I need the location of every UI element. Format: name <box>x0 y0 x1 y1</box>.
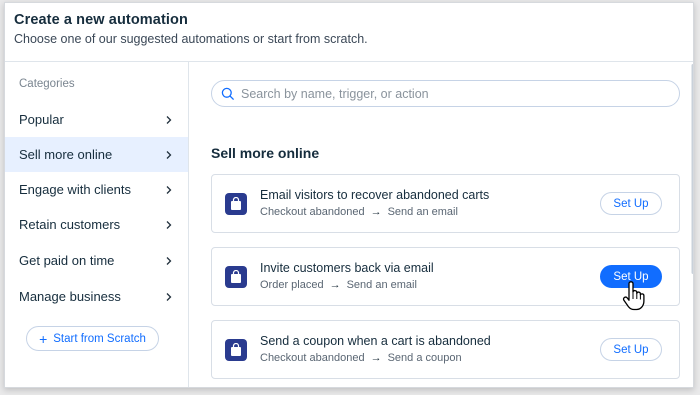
sidebar-item-label: Popular <box>19 112 64 127</box>
sidebar-item-label: Manage business <box>19 289 121 304</box>
sidebar-item-engage-with-clients[interactable]: Engage with clients <box>5 172 188 207</box>
shopping-bag-icon <box>225 193 247 215</box>
shopping-bag-icon <box>225 339 247 361</box>
arrow-right-icon: → <box>370 352 382 364</box>
sidebar-item-retain-customers[interactable]: Retain customers <box>5 207 188 242</box>
card-flow: Checkout abandoned → Send a coupon <box>260 352 462 364</box>
card-title: Email visitors to recover abandoned cart… <box>260 188 490 202</box>
search-icon <box>221 87 235 101</box>
sidebar-item-get-paid-on-time[interactable]: Get paid on time <box>5 243 188 278</box>
search-bar[interactable] <box>211 80 680 107</box>
sidebar-item-label: Sell more online <box>19 147 113 162</box>
search-input[interactable] <box>241 86 661 101</box>
automation-card: Send a coupon when a cart is abandoned C… <box>211 320 680 379</box>
chevron-right-icon <box>164 292 174 302</box>
card-title: Invite customers back via email <box>260 261 434 275</box>
sidebar-item-manage-business[interactable]: Manage business <box>5 279 188 314</box>
dialog-header: Create a new automation Choose one of ou… <box>5 3 693 62</box>
plus-icon: + <box>39 330 48 347</box>
categories-label: Categories <box>19 78 75 90</box>
card-flow: Order placed → Send an email <box>260 279 417 291</box>
sidebar-item-label: Retain customers <box>19 217 121 232</box>
set-up-button[interactable]: Set Up <box>600 338 662 361</box>
arrow-right-icon: → <box>329 279 341 291</box>
sidebar-item-label: Engage with clients <box>19 182 132 197</box>
main-content: Sell more online Email visitors to recov… <box>189 62 693 387</box>
card-title: Send a coupon when a cart is abandoned <box>260 334 491 348</box>
dialog-subtitle: Choose one of our suggested automations … <box>14 32 368 46</box>
chevron-right-icon <box>164 185 174 195</box>
action-label: Send an email <box>387 206 458 218</box>
card-flow: Checkout abandoned → Send an email <box>260 206 458 218</box>
automation-card: Invite customers back via email Order pl… <box>211 247 680 306</box>
arrow-right-icon: → <box>370 206 382 218</box>
hand-pointer-icon <box>621 281 647 311</box>
trigger-label: Checkout abandoned <box>260 206 365 218</box>
section-title: Sell more online <box>211 145 320 161</box>
set-up-button[interactable]: Set Up <box>600 192 662 215</box>
action-label: Send an email <box>346 279 417 291</box>
shopping-bag-icon <box>225 266 247 288</box>
chevron-right-icon <box>164 256 174 266</box>
chevron-right-icon <box>164 150 174 160</box>
start-from-scratch-label: Start from Scratch <box>53 332 146 345</box>
sidebar-item-popular[interactable]: Popular <box>5 102 188 137</box>
scrollbar[interactable] <box>691 62 693 387</box>
sidebar-item-label: Get paid on time <box>19 253 115 268</box>
automation-card: Email visitors to recover abandoned cart… <box>211 174 680 233</box>
sidebar-item-sell-more-online[interactable]: Sell more online <box>5 137 188 172</box>
automation-dialog: Create a new automation Choose one of ou… <box>4 2 694 388</box>
action-label: Send a coupon <box>387 352 462 364</box>
chevron-right-icon <box>164 115 174 125</box>
dialog-title: Create a new automation <box>14 12 188 28</box>
trigger-label: Checkout abandoned <box>260 352 365 364</box>
trigger-label: Order placed <box>260 279 324 291</box>
chevron-right-icon <box>164 220 174 230</box>
start-from-scratch-button[interactable]: + Start from Scratch <box>26 326 159 351</box>
categories-sidebar: Categories Popular Sell more online Enga… <box>5 62 189 387</box>
